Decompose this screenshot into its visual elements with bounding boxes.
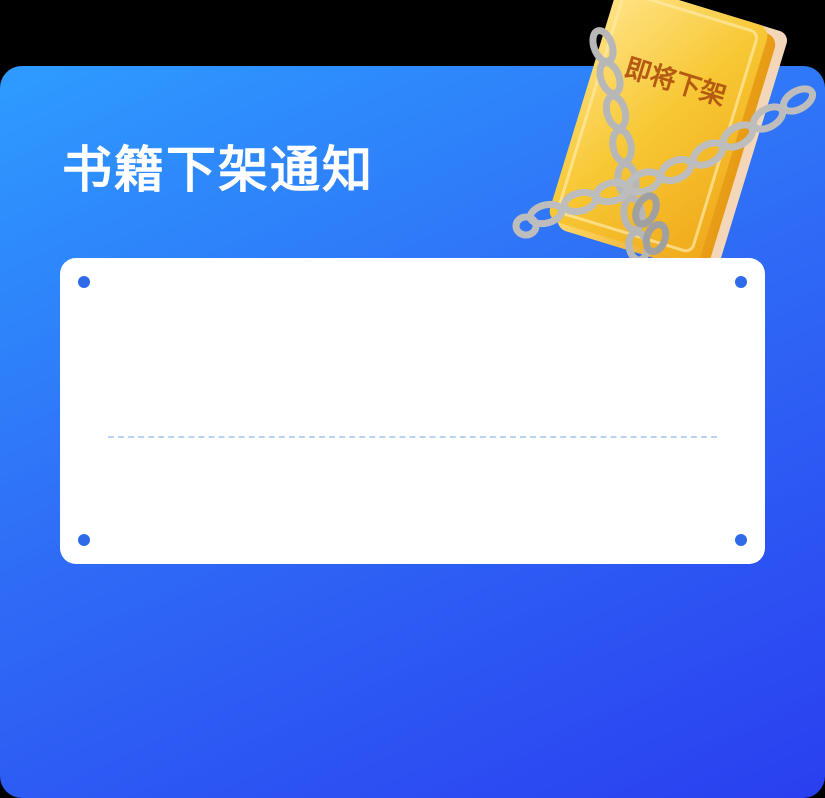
panel-corner-dot — [78, 276, 90, 288]
panel-corner-dot — [735, 534, 747, 546]
notice-title: 书籍下架通知 — [62, 141, 374, 199]
panel-corner-dot — [735, 276, 747, 288]
locked-book-icon: 即将下架 — [512, 0, 817, 271]
locked-book-illustration: 即将下架 — [506, 0, 825, 271]
panel-divider — [108, 436, 717, 438]
notice-content-panel — [60, 258, 765, 564]
panel-corner-dot — [78, 534, 90, 546]
